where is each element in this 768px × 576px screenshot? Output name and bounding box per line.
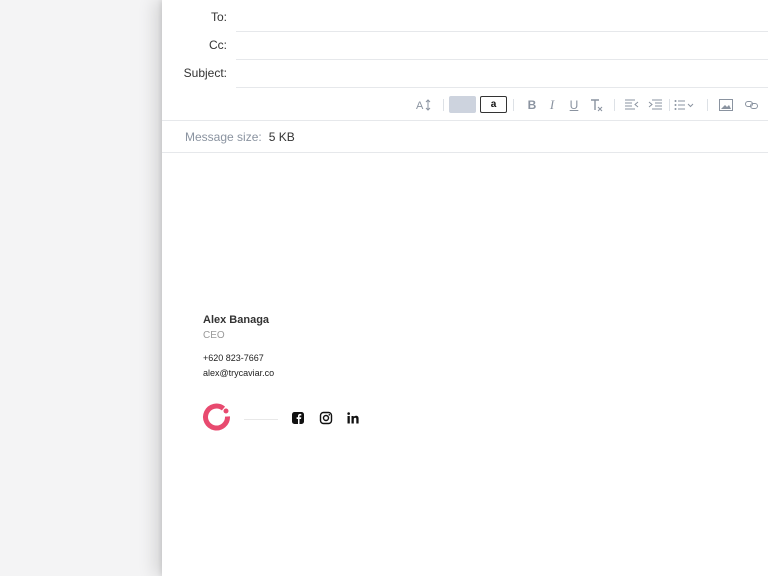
text-color-swatch[interactable] — [449, 96, 476, 113]
toolbar-separator — [443, 99, 444, 111]
signature-phone: +620 823-7667 — [203, 353, 264, 363]
message-size: Message size: 5 KB — [185, 130, 295, 144]
to-row: To: — [162, 4, 768, 32]
signature-role: CEO — [203, 330, 225, 341]
svg-text:A: A — [416, 100, 424, 112]
formatting-toolbar: A a B I U — [162, 92, 768, 118]
facebook-icon[interactable] — [291, 411, 305, 425]
background-color-swatch[interactable]: a — [480, 96, 507, 113]
toolbar-separator — [707, 99, 708, 111]
message-size-value: 5 KB — [268, 130, 295, 144]
signature-name: Alex Banaga — [203, 314, 270, 326]
compose-window: To: Cc: Subject: A a B I U Message size:… — [162, 0, 768, 576]
toolbar-divider — [162, 120, 768, 121]
linkedin-icon[interactable] — [346, 411, 360, 425]
toolbar-separator — [669, 99, 670, 111]
cc-row: Cc: — [162, 32, 768, 60]
company-logo — [203, 403, 231, 431]
font-size-icon[interactable]: A — [414, 95, 434, 115]
cc-label: Cc: — [209, 38, 227, 52]
subject-label: Subject: — [183, 66, 227, 80]
subject-row: Subject: — [162, 60, 768, 88]
signature-separator — [244, 419, 278, 420]
outdent-icon[interactable] — [624, 95, 640, 115]
indent-icon[interactable] — [647, 95, 663, 115]
body-divider — [162, 152, 768, 153]
underline-icon[interactable]: U — [567, 95, 581, 115]
instagram-icon[interactable] — [319, 411, 333, 425]
bold-icon[interactable]: B — [525, 95, 539, 115]
signature-email: alex@trycaviar.co — [203, 368, 275, 378]
clear-format-icon[interactable] — [588, 95, 604, 115]
toolbar-separator — [614, 99, 615, 111]
italic-icon[interactable]: I — [545, 95, 559, 115]
to-field[interactable] — [236, 6, 768, 30]
subject-divider — [236, 87, 768, 88]
to-label: To: — [210, 10, 227, 24]
message-size-label: Message size: — [185, 130, 262, 144]
cc-field[interactable] — [236, 34, 768, 58]
subject-field[interactable] — [236, 62, 768, 86]
link-icon[interactable] — [744, 95, 760, 115]
toolbar-separator — [513, 99, 514, 111]
image-icon[interactable] — [718, 95, 734, 115]
list-icon[interactable] — [674, 95, 696, 115]
